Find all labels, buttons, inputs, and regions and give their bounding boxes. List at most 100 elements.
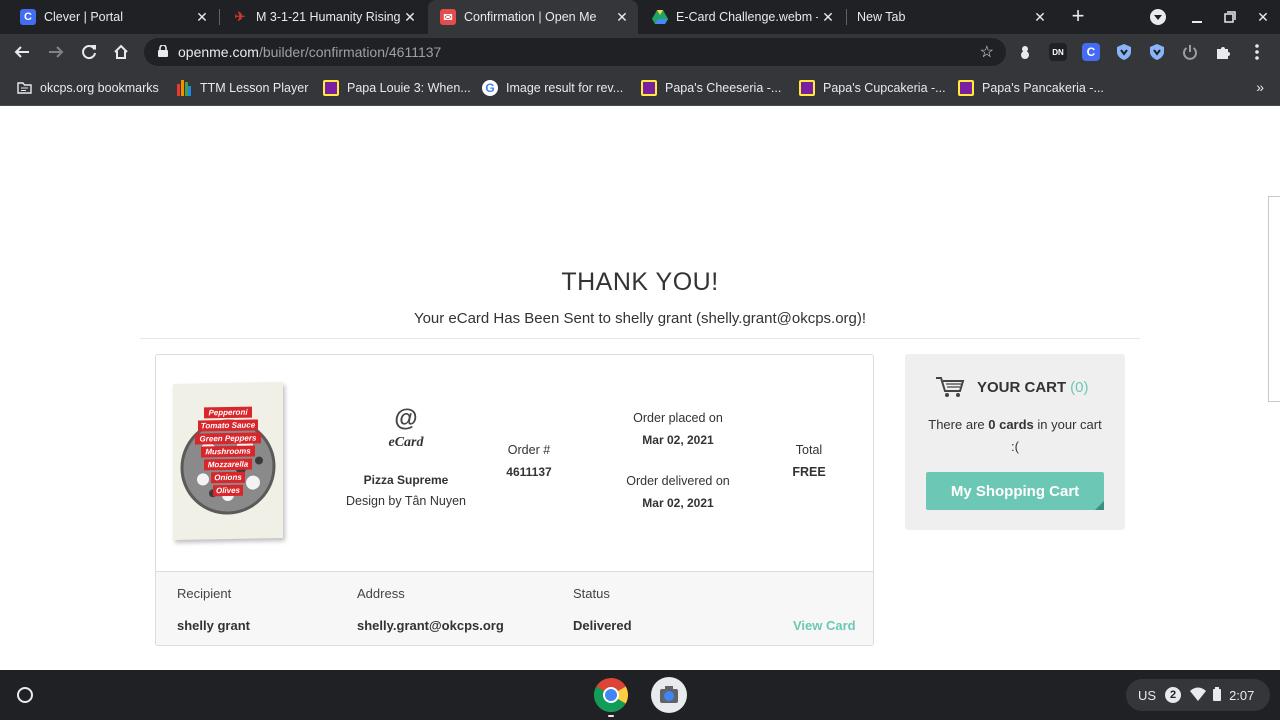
ttm-icon xyxy=(176,80,192,96)
tab-humanity-rising[interactable]: ✈ M 3-1-21 Humanity Rising ✕ xyxy=(220,0,426,34)
cart-count: (0) xyxy=(1070,378,1089,396)
shield-extension-icon[interactable] xyxy=(1115,43,1133,61)
total-label: Total xyxy=(795,443,823,457)
recipient-address: shelly.grant@okcps.org xyxy=(357,618,504,633)
forward-arrow-icon xyxy=(49,46,64,58)
tab-new-tab[interactable]: New Tab ✕ xyxy=(846,0,1056,34)
bookmark-star-icon[interactable]: ☆ xyxy=(980,42,994,62)
bookmark-papa-cupcakeria[interactable]: Papa's Cupcakeria -... xyxy=(799,79,946,97)
order-summary: Pepperoni Tomato Sauce Green Peppers Mushro… xyxy=(155,354,874,646)
card-designer: Design by Tân Nuyen xyxy=(346,494,466,508)
card-topping-label: Pepperoni xyxy=(204,406,252,419)
total-block: Total FREE xyxy=(769,443,849,479)
scroll-edge[interactable] xyxy=(1268,196,1280,402)
shield-extension-icon[interactable] xyxy=(1148,43,1166,61)
cart-header: YOUR CART (0) xyxy=(935,376,1089,398)
bookmark-label: okcps.org bookmarks xyxy=(40,81,159,95)
cart-message-post: in your cart xyxy=(1033,417,1102,432)
card-topping-label: Mozzarella xyxy=(204,458,252,471)
window-close-icon[interactable]: ✕ xyxy=(1246,0,1280,34)
bookmark-label: Papa's Cupcakeria -... xyxy=(823,81,946,95)
url-path: /builder/confirmation/4611137 xyxy=(258,44,442,60)
placed-label: Order placed on xyxy=(633,411,723,425)
status-tray[interactable]: US 2 2:07 xyxy=(1126,679,1270,711)
papa-louie-icon xyxy=(323,80,339,96)
order-dates-block: Order placed on Mar 02, 2021 Order deliv… xyxy=(603,411,753,510)
recipient-name: shelly grant xyxy=(177,618,250,633)
page-content: THANK YOU! Your eCard Has Been Sent to s… xyxy=(0,106,1280,670)
notification-count: 2 xyxy=(1165,687,1182,703)
os-shelf: US 2 2:07 xyxy=(0,670,1280,720)
delivery-status: Delivered xyxy=(573,618,632,633)
tab-title: Clever | Portal xyxy=(44,10,123,24)
cart-message-face: :( xyxy=(1011,439,1019,454)
tab-title: Confirmation | Open Me xyxy=(464,10,597,24)
puzzle-extensions-icon[interactable] xyxy=(1214,43,1232,61)
my-shopping-cart-button[interactable]: My Shopping Cart xyxy=(926,472,1104,510)
tab-clever[interactable]: C Clever | Portal ✕ xyxy=(8,0,218,34)
close-icon[interactable]: ✕ xyxy=(400,9,420,26)
home-button[interactable] xyxy=(107,38,135,66)
page-title: THANK YOU! xyxy=(561,268,719,296)
kebab-menu-icon[interactable] xyxy=(1248,43,1266,61)
tab-ecard-challenge[interactable]: E-Card Challenge.webm - G ✕ xyxy=(640,0,844,34)
back-arrow-icon xyxy=(14,46,29,58)
view-card-link[interactable]: View Card xyxy=(793,618,856,633)
humanity-rising-icon: ✈ xyxy=(234,9,246,24)
bookmark-label: TTM Lesson Player xyxy=(200,81,309,95)
order-number-block: Order # 4611137 xyxy=(479,443,579,479)
card-topping-label: Green Peppers xyxy=(195,432,261,445)
clever-extension-icon[interactable]: C xyxy=(1082,43,1100,61)
tab-confirmation[interactable]: ✉ Confirmation | Open Me ✕ xyxy=(428,0,638,34)
card-thumbnail[interactable]: Pepperoni Tomato Sauce Green Peppers Mushro… xyxy=(173,382,283,540)
bookmark-label: Papa Louie 3: When... xyxy=(347,81,471,95)
bookmark-papa-cheeseria[interactable]: Papa's Cheeseria -... xyxy=(641,79,781,97)
ime-indicator: US xyxy=(1138,687,1157,703)
restore-icon[interactable] xyxy=(1213,0,1247,34)
new-tab-button[interactable]: + xyxy=(1066,4,1090,28)
launcher-icon[interactable] xyxy=(17,687,33,703)
card-topping-label: Olives xyxy=(213,484,243,497)
ecard-at-icon: @ xyxy=(394,405,418,432)
ecard-logo-text: eCard xyxy=(388,435,424,450)
sent-message: Your eCard Has Been Sent to shelly grant… xyxy=(413,310,867,327)
clock: 2:07 xyxy=(1229,687,1255,703)
power-extension-icon[interactable] xyxy=(1181,43,1199,61)
order-number: 4611137 xyxy=(506,465,552,479)
close-icon[interactable]: ✕ xyxy=(818,9,838,26)
profile-menu-icon[interactable] xyxy=(1141,0,1175,34)
address-bar[interactable]: openme.com/builder/confirmation/4611137 … xyxy=(144,38,1006,66)
extension-icon[interactable] xyxy=(1016,43,1034,61)
papa-cupcakeria-icon xyxy=(799,80,815,96)
papa-pancakeria-icon xyxy=(958,80,974,96)
tab-title: New Tab xyxy=(857,10,906,24)
camera-app-icon[interactable] xyxy=(651,677,687,713)
total-value: FREE xyxy=(792,465,826,479)
close-icon[interactable]: ✕ xyxy=(1030,9,1050,26)
back-button[interactable] xyxy=(8,38,36,66)
ecard-info: @ eCard Pizza Supreme Design by Tân Nuye… xyxy=(326,405,486,508)
bookmark-papa-louie[interactable]: Papa Louie 3: When... xyxy=(323,79,471,97)
close-icon[interactable]: ✕ xyxy=(612,9,632,26)
papa-cheeseria-icon xyxy=(641,80,657,96)
chrome-app-icon[interactable] xyxy=(593,677,629,717)
forward-button[interactable] xyxy=(42,38,70,66)
reload-icon xyxy=(82,45,96,60)
bookmark-image-result[interactable]: G Image result for rev... xyxy=(482,79,623,97)
minimize-icon[interactable] xyxy=(1180,0,1214,34)
bookmarks-overflow-button[interactable]: » xyxy=(1256,79,1264,95)
cart-title: YOUR CART xyxy=(977,378,1067,396)
cart-message: There are 0 cards in your cart :( xyxy=(915,414,1115,458)
bookmark-ttm[interactable]: TTM Lesson Player xyxy=(176,79,308,97)
cart-panel: YOUR CART (0) There are 0 cards in your … xyxy=(905,354,1125,530)
dn-extension-icon[interactable]: DN xyxy=(1049,43,1067,61)
bookmark-papa-pancakeria[interactable]: Papa's Pancakeria -... xyxy=(958,79,1104,97)
google-icon: G xyxy=(482,80,498,96)
card-topping-label: Tomato Sauce xyxy=(198,419,258,432)
card-name: Pizza Supreme xyxy=(363,473,449,487)
close-icon[interactable]: ✕ xyxy=(192,9,212,26)
reload-button[interactable] xyxy=(75,38,103,66)
divider xyxy=(140,338,1140,339)
bookmark-label: Image result for rev... xyxy=(506,81,624,95)
bookmark-okcps[interactable]: okcps.org bookmarks xyxy=(16,79,159,97)
